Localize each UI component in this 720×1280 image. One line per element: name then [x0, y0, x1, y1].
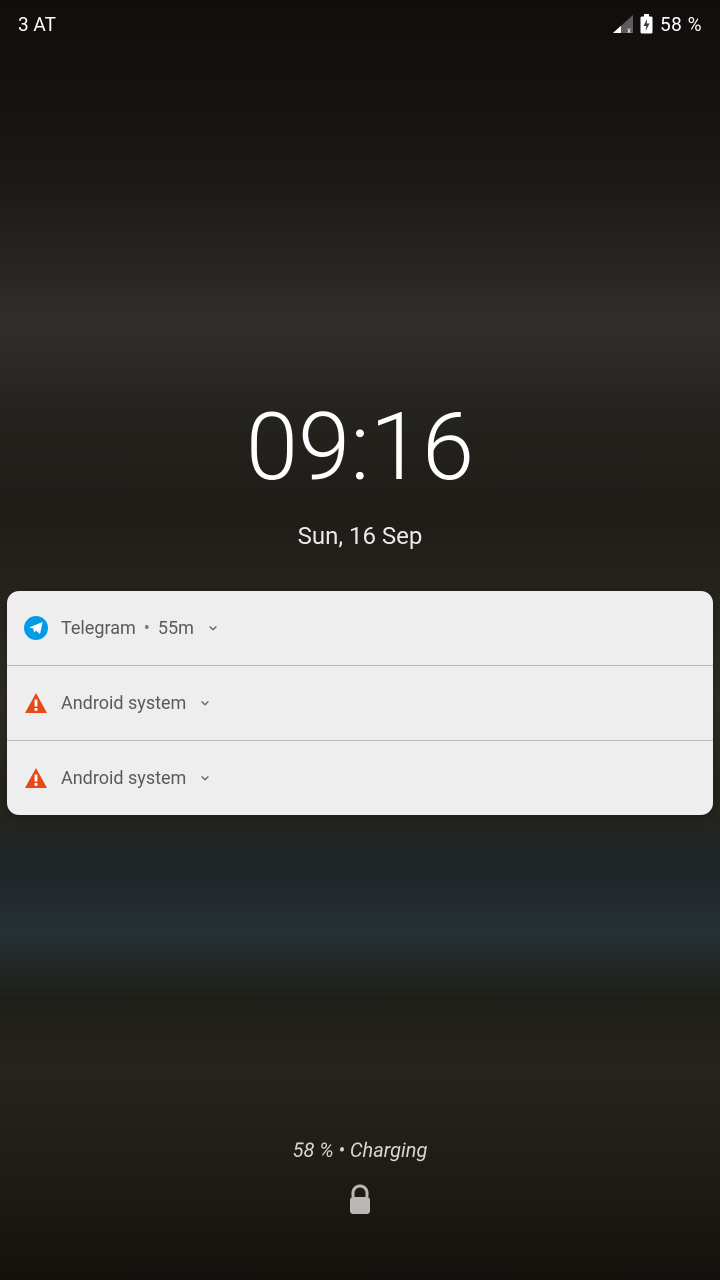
clock-date: Sun, 16 Sep	[0, 522, 720, 550]
notification-header: Telegram • 55m	[61, 618, 220, 639]
warning-icon	[23, 765, 49, 791]
notification-row[interactable]: Android system	[7, 666, 713, 741]
chevron-down-icon[interactable]	[198, 771, 212, 785]
notification-age: 55m	[158, 618, 194, 639]
notification-row[interactable]: Android system	[7, 741, 713, 815]
lock-icon[interactable]	[347, 1184, 373, 1216]
notification-header: Android system	[61, 693, 212, 714]
charging-status: 58 % • Charging	[0, 1138, 720, 1162]
warning-icon	[23, 690, 49, 716]
notification-app-name: Android system	[61, 693, 186, 714]
lockscreen-bottom: 58 % • Charging	[0, 1138, 720, 1220]
notification-panel: Telegram • 55m Android system	[7, 591, 713, 815]
chevron-down-icon[interactable]	[198, 696, 212, 710]
signal-icon: x	[613, 15, 633, 33]
separator-dot: •	[144, 618, 150, 639]
notification-app-name: Telegram	[61, 618, 136, 639]
carrier-label: 3 AT	[18, 13, 56, 36]
telegram-icon	[23, 615, 49, 641]
clock-time: 09:16	[0, 400, 720, 494]
status-bar: 3 AT x 58 %	[0, 0, 720, 48]
chevron-down-icon[interactable]	[206, 621, 220, 635]
battery-charging-icon	[640, 14, 653, 34]
notification-header: Android system	[61, 768, 212, 789]
lockscreen-clock: 09:16 Sun, 16 Sep	[0, 400, 720, 550]
notification-app-name: Android system	[61, 768, 186, 789]
battery-percent: 58 %	[660, 13, 702, 36]
notification-row[interactable]: Telegram • 55m	[7, 591, 713, 666]
status-right: x 58 %	[613, 13, 702, 36]
svg-text:x: x	[627, 26, 631, 33]
